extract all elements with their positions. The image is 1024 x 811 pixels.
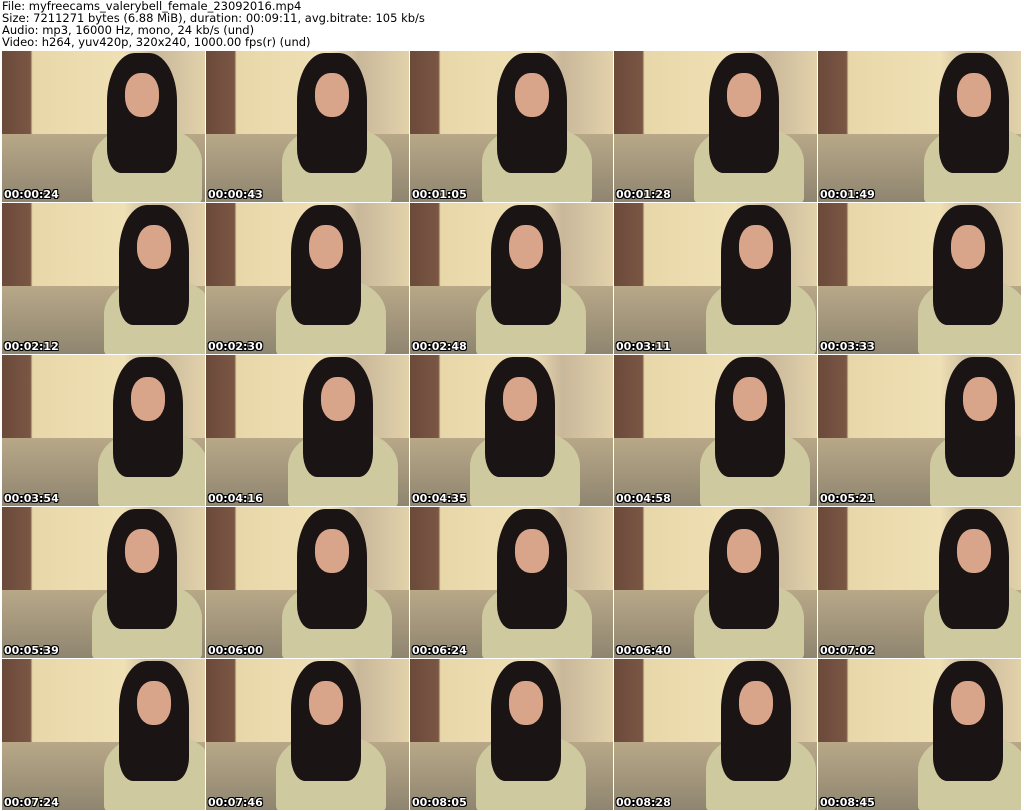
person-face [515, 529, 549, 573]
thumbnail-timestamp: 00:07:24 [4, 796, 59, 809]
thumbnail-timestamp: 00:07:46 [208, 796, 263, 809]
person-face [509, 225, 543, 269]
person-face [131, 377, 165, 421]
video-thumbnail: 00:04:58 [614, 355, 817, 506]
person-face [957, 73, 991, 117]
thumbnail-timestamp: 00:03:11 [616, 340, 671, 353]
thumbnail-timestamp: 00:02:48 [412, 340, 467, 353]
thumbnail-timestamp: 00:01:49 [820, 188, 875, 201]
thumbnail-timestamp: 00:06:24 [412, 644, 467, 657]
thumbnail-timestamp: 00:05:21 [820, 492, 875, 505]
thumbnail-timestamp: 00:08:28 [616, 796, 671, 809]
thumbnail-timestamp: 00:02:30 [208, 340, 263, 353]
person-face [315, 529, 349, 573]
person-face [125, 73, 159, 117]
file-info-header: File: myfreecams_valerybell_female_23092… [2, 0, 425, 48]
video-thumbnail: 00:00:43 [206, 51, 409, 202]
person-face [727, 73, 761, 117]
person-face [963, 377, 997, 421]
person-face [727, 529, 761, 573]
thumbnail-timestamp: 00:03:54 [4, 492, 59, 505]
video-thumbnail: 00:06:40 [614, 507, 817, 658]
video-thumbnail: 00:05:21 [818, 355, 1021, 506]
video-thumbnail: 00:04:35 [410, 355, 613, 506]
video-thumbnail: 00:02:30 [206, 203, 409, 354]
thumbnail-grid: 00:00:24 00:00:43 00:01:05 00:01:28 00:01:49… [2, 51, 1021, 810]
video-thumbnail: 00:07:02 [818, 507, 1021, 658]
thumbnail-timestamp: 00:03:33 [820, 340, 875, 353]
video-thumbnail: 00:06:24 [410, 507, 613, 658]
video-thumbnail: 00:08:05 [410, 659, 613, 810]
thumbnail-timestamp: 00:01:28 [616, 188, 671, 201]
person-face [315, 73, 349, 117]
person-face [951, 681, 985, 725]
person-face [125, 529, 159, 573]
video-thumbnail: 00:08:45 [818, 659, 1021, 810]
thumbnail-timestamp: 00:00:43 [208, 188, 263, 201]
video-thumbnail: 00:08:28 [614, 659, 817, 810]
video-thumbnail: 00:03:33 [818, 203, 1021, 354]
thumbnail-timestamp: 00:02:12 [4, 340, 59, 353]
video-thumbnail: 00:03:11 [614, 203, 817, 354]
video-thumbnail: 00:04:16 [206, 355, 409, 506]
person-face [957, 529, 991, 573]
thumbnail-timestamp: 00:01:05 [412, 188, 467, 201]
video-thumbnail: 00:01:28 [614, 51, 817, 202]
person-face [309, 681, 343, 725]
person-face [137, 681, 171, 725]
video-thumbnail: 00:05:39 [2, 507, 205, 658]
person-face [137, 225, 171, 269]
thumbnail-timestamp: 00:08:05 [412, 796, 467, 809]
person-face [733, 377, 767, 421]
thumbnail-timestamp: 00:08:45 [820, 796, 875, 809]
person-face [309, 225, 343, 269]
thumbnail-timestamp: 00:04:35 [412, 492, 467, 505]
person-face [739, 225, 773, 269]
video-thumbnail: 00:07:46 [206, 659, 409, 810]
thumbnail-timestamp: 00:04:58 [616, 492, 671, 505]
thumbnail-timestamp: 00:06:40 [616, 644, 671, 657]
thumbnail-timestamp: 00:00:24 [4, 188, 59, 201]
video-thumbnail: 00:01:49 [818, 51, 1021, 202]
person-face [509, 681, 543, 725]
video-thumbnail: 00:06:00 [206, 507, 409, 658]
person-face [739, 681, 773, 725]
video-info: Video: h264, yuv420p, 320x240, 1000.00 f… [2, 35, 311, 49]
thumbnail-timestamp: 00:06:00 [208, 644, 263, 657]
video-thumbnail: 00:07:24 [2, 659, 205, 810]
video-thumbnail: 00:02:48 [410, 203, 613, 354]
video-thumbnail: 00:00:24 [2, 51, 205, 202]
video-thumbnail: 00:03:54 [2, 355, 205, 506]
thumbnail-timestamp: 00:04:16 [208, 492, 263, 505]
video-thumbnail: 00:02:12 [2, 203, 205, 354]
thumbnail-timestamp: 00:05:39 [4, 644, 59, 657]
thumbnail-timestamp: 00:07:02 [820, 644, 875, 657]
video-thumbnail: 00:01:05 [410, 51, 613, 202]
person-face [503, 377, 537, 421]
person-face [951, 225, 985, 269]
person-face [515, 73, 549, 117]
person-face [321, 377, 355, 421]
